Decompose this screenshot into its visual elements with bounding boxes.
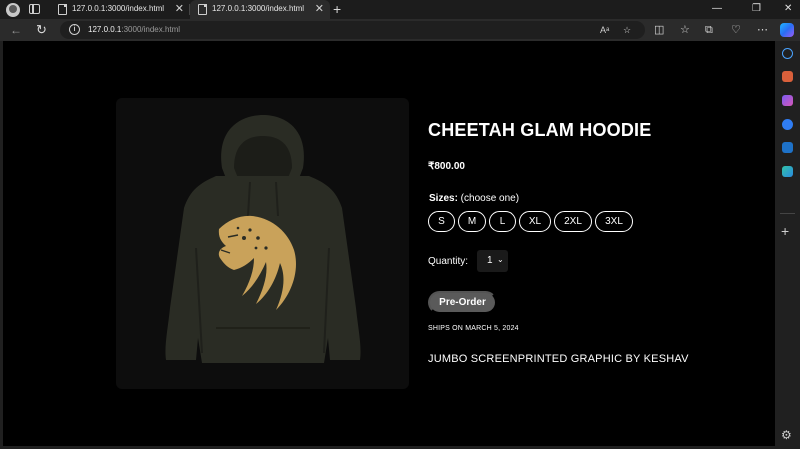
product-description: JUMBO SCREENPRINTED GRAPHIC BY KESHAV — [428, 353, 689, 365]
more-menu-icon[interactable]: ⋯ — [757, 22, 768, 38]
close-tab-icon[interactable]: ✕ — [315, 2, 324, 16]
search-icon[interactable] — [782, 48, 793, 59]
size-option-m[interactable]: M — [458, 211, 486, 232]
tab-inactive[interactable]: 127.0.0.1:3000/index.html ✕ — [50, 0, 190, 19]
profile-avatar-icon[interactable] — [6, 3, 20, 17]
reload-icon[interactable]: ↻ — [36, 22, 47, 38]
window-close-icon[interactable]: ✕ — [784, 2, 792, 16]
product-image — [116, 98, 409, 389]
browser-essentials-icon[interactable]: ♡ — [731, 22, 741, 38]
copilot-icon[interactable] — [780, 23, 794, 37]
quantity-select[interactable]: 1 ⌄ — [477, 250, 508, 272]
url-text[interactable]: 127.0.0.1:3000/index.html — [88, 25, 180, 34]
split-screen-icon[interactable]: ◫ — [654, 22, 664, 38]
read-aloud-icon[interactable]: Aᵃ — [600, 24, 609, 36]
tab-strip: 127.0.0.1:3000/index.html ✕ 127.0.0.1:30… — [0, 0, 800, 19]
tab-title: 127.0.0.1:3000/index.html — [72, 4, 165, 13]
favorite-star-icon[interactable]: ☆ — [623, 24, 631, 36]
shopping-icon[interactable] — [782, 71, 793, 82]
restore-icon[interactable]: ❐ — [752, 2, 761, 16]
divider — [780, 213, 795, 214]
close-tab-icon[interactable]: ✕ — [175, 2, 184, 16]
hoodie-illustration — [165, 115, 361, 363]
settings-icon[interactable]: ⚙ — [781, 428, 792, 442]
add-icon[interactable]: + — [781, 224, 789, 238]
ship-date: SHIPS ON MARCH 5, 2024 — [428, 325, 519, 332]
games-icon[interactable] — [782, 95, 793, 106]
minimize-icon[interactable]: — — [712, 2, 722, 16]
address-bar[interactable]: i 127.0.0.1:3000/index.html Aᵃ ☆ — [60, 21, 645, 39]
favorites-icon[interactable]: ☆ — [680, 22, 690, 38]
page-icon — [58, 4, 67, 15]
collections-icon[interactable]: ⧉ — [705, 22, 713, 38]
copilot-icon[interactable] — [782, 119, 793, 130]
outlook-icon[interactable] — [782, 142, 793, 153]
size-option-s[interactable]: S — [428, 211, 455, 232]
back-icon[interactable]: ← — [10, 22, 22, 38]
tab-active[interactable]: 127.0.0.1:3000/index.html ✕ — [190, 0, 330, 19]
page-viewport: CHEETAH GLAM HOODIE ₹800.00 Sizes: (choo… — [3, 41, 775, 446]
size-option-l[interactable]: L — [489, 211, 516, 232]
size-option-xl[interactable]: XL — [519, 211, 551, 232]
navigation-bar: ← ↻ i 127.0.0.1:3000/index.html Aᵃ ☆ ◫ ☆… — [0, 19, 800, 41]
quantity-value: 1 — [487, 255, 493, 266]
size-options: S M L XL 2XL 3XL — [428, 211, 633, 232]
size-option-3xl[interactable]: 3XL — [595, 211, 633, 232]
tab-title: 127.0.0.1:3000/index.html — [212, 4, 305, 13]
quantity-label: Quantity: — [428, 256, 469, 267]
size-option-2xl[interactable]: 2XL — [554, 211, 592, 232]
chevron-down-icon: ⌄ — [497, 255, 504, 264]
tab-actions-icon[interactable] — [29, 4, 40, 14]
info-icon[interactable]: i — [69, 24, 80, 35]
preorder-button[interactable]: Pre-Order — [428, 291, 497, 314]
product-price: ₹800.00 — [428, 161, 465, 172]
sizes-label: Sizes: (choose one) — [429, 193, 520, 204]
new-tab-icon[interactable]: + — [333, 1, 341, 17]
drop-icon[interactable] — [782, 166, 793, 177]
edge-sidebar: + ⚙ — [775, 41, 800, 449]
product-title: CHEETAH GLAM HOODIE — [428, 120, 652, 140]
page-icon — [198, 4, 207, 15]
